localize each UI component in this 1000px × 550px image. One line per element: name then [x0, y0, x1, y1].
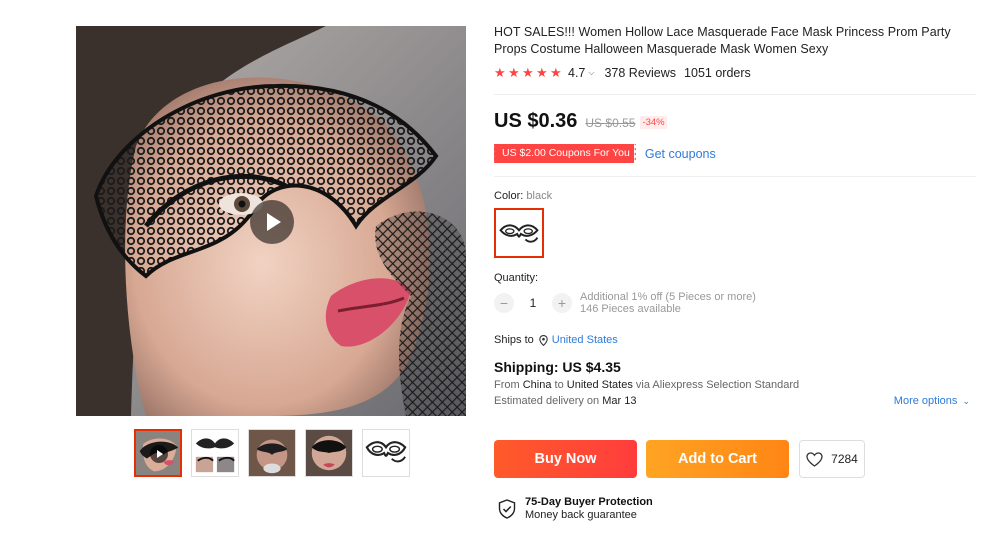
stock-available: 146 Pieces available — [580, 303, 681, 315]
rating-row: ★ ★ ★ ★ ★ 4.7 ⌵ 378 Reviews 1051 orders — [494, 66, 976, 80]
product-title: HOT SALES!!! Women Hollow Lace Masquerad… — [494, 25, 951, 56]
shield-check-icon — [498, 499, 516, 519]
quantity-stepper: − + Additional 1% off (5 Pieces or more)… — [494, 291, 976, 315]
delivery-date: Mar 13 — [602, 395, 637, 407]
product-info: HOT SALES!!! Women Hollow Lace Masquerad… — [492, 24, 976, 409]
quantity-increase-button[interactable]: + — [552, 293, 572, 313]
ships-to-label: Ships to — [494, 334, 534, 346]
to-prefix: to — [554, 379, 564, 391]
main-product-image[interactable] — [76, 26, 466, 416]
divider — [494, 94, 976, 95]
rating-value: 4.7 — [568, 66, 586, 80]
thumbnail-3[interactable] — [248, 429, 296, 477]
ship-to: United States — [566, 379, 633, 391]
from-prefix: From — [494, 379, 520, 391]
thumbnail-video[interactable] — [134, 429, 182, 477]
more-options-link[interactable]: More options ⌄ — [894, 393, 970, 409]
mini-play-icon — [150, 445, 168, 463]
coupon-row: US $2.00 Coupons For You Get coupons — [492, 144, 976, 163]
color-option-black[interactable] — [494, 208, 544, 258]
delivery-prefix: Estimated delivery on — [494, 395, 600, 407]
chevron-down-icon: ⌄ — [962, 396, 970, 406]
color-label: Color: black — [494, 190, 976, 202]
thumbnail-image — [249, 430, 295, 476]
color-label-text: Color: — [494, 190, 524, 202]
wishlist-button[interactable]: 7284 — [799, 440, 865, 478]
divider — [494, 176, 976, 177]
quantity-input[interactable] — [514, 296, 552, 310]
color-swatch-image — [496, 210, 542, 256]
star-icon: ★ — [536, 65, 548, 80]
buyer-protection: 75-Day Buyer Protection Money back guara… — [498, 496, 653, 522]
get-coupons-link[interactable]: Get coupons — [645, 147, 716, 161]
wishlist-count: 7284 — [831, 452, 858, 466]
original-price: US $0.55 — [585, 116, 636, 130]
star-icon: ★ — [550, 65, 562, 80]
shipping-section: Shipping: US $4.35 From China to United … — [494, 359, 976, 409]
shipping-title: Shipping: US $4.35 — [494, 359, 621, 375]
reviews-link[interactable]: 378 Reviews — [604, 66, 676, 80]
coupon-tag[interactable]: US $2.00 Coupons For You — [492, 144, 638, 163]
ships-to-country[interactable]: United States — [552, 334, 618, 346]
current-price: US $0.36 — [494, 110, 578, 132]
thumbnail-4[interactable] — [305, 429, 353, 477]
star-icon: ★ — [522, 65, 534, 80]
thumbnail-image — [363, 430, 409, 476]
quantity-decrease-button[interactable]: − — [494, 293, 514, 313]
quantity-note: Additional 1% off (5 Pieces or more) 146… — [580, 291, 756, 315]
quantity-label: Quantity: — [494, 272, 539, 284]
ship-from: China — [522, 379, 552, 391]
shipping-route: From China to United States via Aliexpre… — [494, 377, 976, 393]
protection-subtitle: Money back guarantee — [525, 509, 637, 521]
rating-stars: ★ ★ ★ ★ ★ — [494, 65, 562, 80]
star-icon: ★ — [494, 65, 506, 80]
protection-title: 75-Day Buyer Protection — [525, 496, 653, 508]
thumbnail-2[interactable] — [191, 429, 239, 477]
chevron-down-icon[interactable]: ⌵ — [588, 68, 594, 78]
bulk-discount-note: Additional 1% off (5 Pieces or more) — [580, 291, 756, 303]
price-row: US $0.36 US $0.55 -34% — [494, 110, 976, 133]
buy-now-button[interactable]: Buy Now — [494, 440, 637, 478]
ships-to-row: Ships to United States — [494, 334, 976, 346]
color-selected-value: black — [526, 190, 553, 202]
thumbnail-5[interactable] — [362, 429, 410, 477]
thumbnail-image — [306, 430, 352, 476]
play-video-button[interactable] — [250, 200, 294, 244]
location-pin-icon — [538, 334, 548, 346]
discount-badge: -34% — [640, 116, 667, 129]
delivery-estimate: Estimated delivery on Mar 13 More option… — [494, 393, 976, 409]
add-to-cart-button[interactable]: Add to Cart — [646, 440, 789, 478]
ship-method: via Aliexpress Selection Standard — [635, 379, 800, 391]
action-buttons: Buy Now Add to Cart 7284 — [494, 440, 865, 478]
orders-count: 1051 orders — [684, 66, 751, 80]
heart-icon — [806, 451, 823, 467]
star-icon: ★ — [508, 65, 520, 80]
play-icon — [267, 213, 281, 231]
more-options-label: More options — [893, 395, 958, 407]
thumbnail-image — [192, 430, 238, 476]
thumbnail-strip — [134, 429, 410, 477]
